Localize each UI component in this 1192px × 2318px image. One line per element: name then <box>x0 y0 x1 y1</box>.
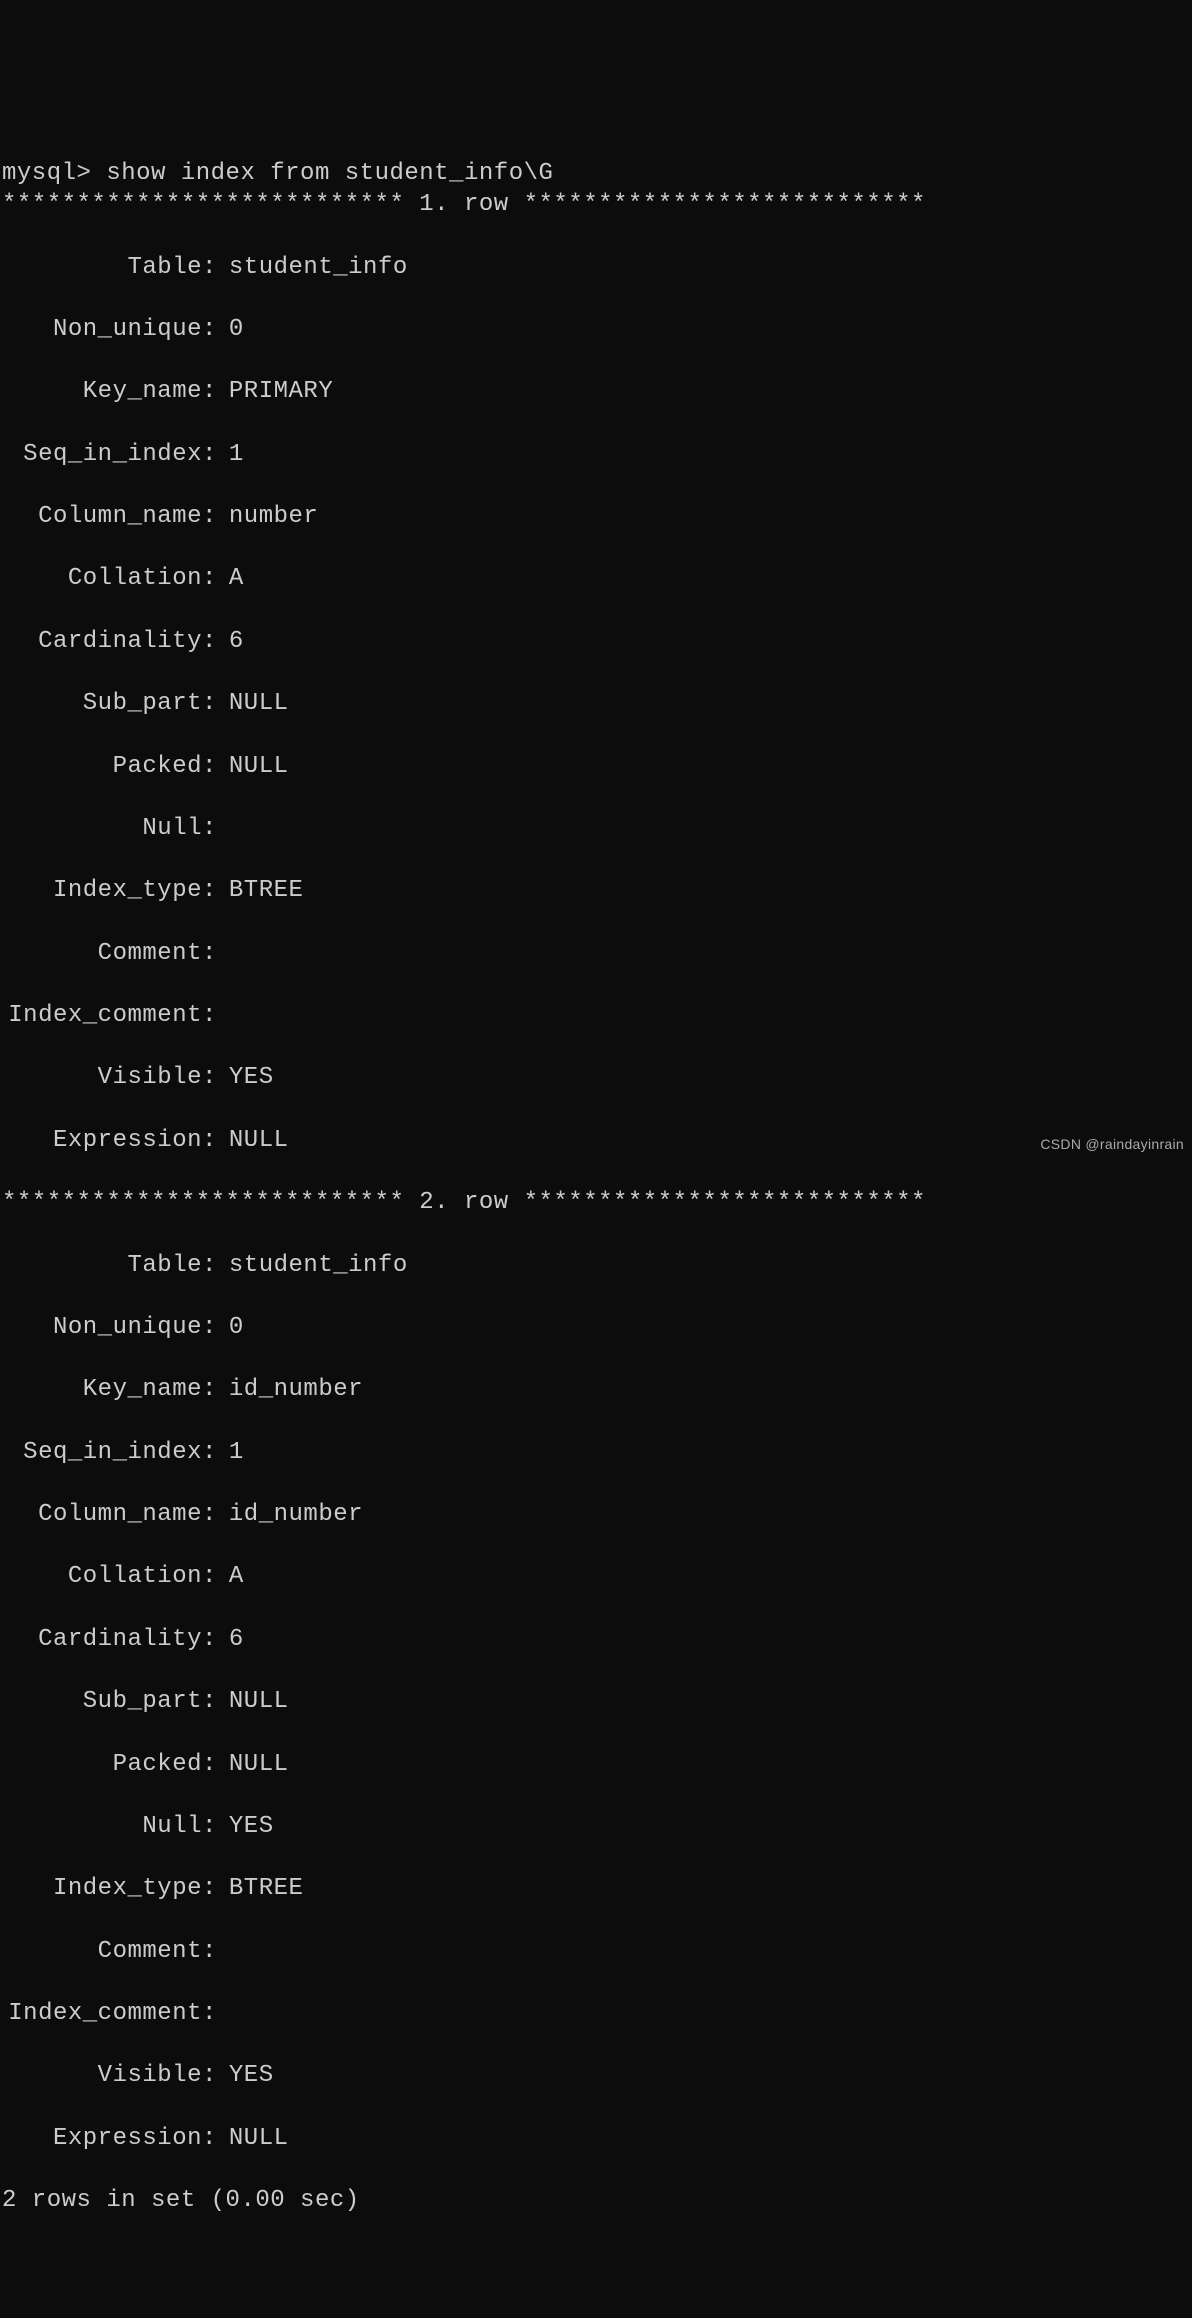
field-column-name: Column_name:id_number <box>2 1499 1190 1530</box>
field-label: Column_name <box>2 1499 202 1530</box>
field-label: Collation <box>2 1561 202 1592</box>
field-value: NULL <box>217 1125 289 1156</box>
field-index-type: Index_type:BTREE <box>2 875 1190 906</box>
field-collation: Collation:A <box>2 563 1190 594</box>
field-index-comment: Index_comment: <box>2 1998 1190 2029</box>
field-cardinality: Cardinality:6 <box>2 626 1190 657</box>
field-label: Visible <box>2 1062 202 1093</box>
field-value: YES <box>217 1062 274 1093</box>
field-value: number <box>217 501 318 532</box>
field-table: Table:student_info <box>2 252 1190 283</box>
field-sub-part: Sub_part:NULL <box>2 1686 1190 1717</box>
field-value: 1 <box>217 1437 244 1468</box>
field-label: Index_type <box>2 1873 202 1904</box>
field-cardinality: Cardinality:6 <box>2 1624 1190 1655</box>
field-label: Null <box>2 1811 202 1842</box>
result-footer: 2 rows in set (0.00 sec) <box>2 2187 360 2214</box>
field-null: Null:YES <box>2 1811 1190 1842</box>
field-value: NULL <box>217 2123 289 2154</box>
field-label: Index_comment <box>2 1998 202 2029</box>
field-value: BTREE <box>217 875 304 906</box>
field-key-name: Key_name:id_number <box>2 1374 1190 1405</box>
field-label: Table <box>2 252 202 283</box>
field-label: Expression <box>2 2123 202 2154</box>
field-value: 6 <box>217 1624 244 1655</box>
field-label: Comment <box>2 938 202 969</box>
field-label: Key_name <box>2 376 202 407</box>
prompt: mysql> show index from student_info\G <box>2 160 553 187</box>
field-label: Non_unique <box>2 1312 202 1343</box>
field-key-name: Key_name:PRIMARY <box>2 376 1190 407</box>
field-value: NULL <box>217 1686 289 1717</box>
field-label: Cardinality <box>2 1624 202 1655</box>
watermark: CSDN @raindayinrain <box>1040 1135 1184 1153</box>
field-index-comment: Index_comment: <box>2 1000 1190 1031</box>
field-value <box>217 1998 229 2029</box>
field-value: student_info <box>217 252 408 283</box>
field-value: 1 <box>217 439 244 470</box>
field-seq-in-index: Seq_in_index:1 <box>2 1437 1190 1468</box>
field-label: Comment <box>2 1936 202 1967</box>
field-label: Packed <box>2 751 202 782</box>
field-label: Null <box>2 813 202 844</box>
field-value: student_info <box>217 1250 408 1281</box>
field-label: Collation <box>2 563 202 594</box>
field-value: YES <box>217 2060 274 2091</box>
field-comment: Comment: <box>2 938 1190 969</box>
field-visible: Visible:YES <box>2 2060 1190 2091</box>
field-value: NULL <box>217 751 289 782</box>
field-label: Sub_part <box>2 688 202 719</box>
field-value: NULL <box>217 1749 289 1780</box>
field-value: 0 <box>217 314 244 345</box>
row-separator-1: *************************** 1. row *****… <box>2 189 1190 220</box>
field-label: Column_name <box>2 501 202 532</box>
field-label: Index_comment <box>2 1000 202 1031</box>
field-value: YES <box>217 1811 274 1842</box>
field-label: Seq_in_index <box>2 439 202 470</box>
field-seq-in-index: Seq_in_index:1 <box>2 439 1190 470</box>
field-label: Key_name <box>2 1374 202 1405</box>
row-separator-2: *************************** 2. row *****… <box>2 1187 1190 1218</box>
field-value: A <box>217 563 244 594</box>
field-value: NULL <box>217 688 289 719</box>
field-label: Index_type <box>2 875 202 906</box>
field-index-type: Index_type:BTREE <box>2 1873 1190 1904</box>
field-packed: Packed:NULL <box>2 751 1190 782</box>
field-value <box>217 1000 229 1031</box>
field-non-unique: Non_unique:0 <box>2 1312 1190 1343</box>
field-value: A <box>217 1561 244 1592</box>
field-value: id_number <box>217 1374 363 1405</box>
field-non-unique: Non_unique:0 <box>2 314 1190 345</box>
field-value: 0 <box>217 1312 244 1343</box>
field-value: BTREE <box>217 1873 304 1904</box>
field-comment: Comment: <box>2 1936 1190 1967</box>
field-expression: Expression:NULL <box>2 1125 1190 1156</box>
field-label: Packed <box>2 1749 202 1780</box>
field-label: Non_unique <box>2 314 202 345</box>
field-column-name: Column_name:number <box>2 501 1190 532</box>
field-label: Seq_in_index <box>2 1437 202 1468</box>
field-label: Cardinality <box>2 626 202 657</box>
field-value <box>217 938 229 969</box>
field-value: 6 <box>217 626 244 657</box>
command-text: show index from student_info\G <box>106 160 553 187</box>
terminal-output: mysql> show index from student_info\G **… <box>2 127 1190 2217</box>
field-value: id_number <box>217 1499 363 1530</box>
field-null: Null: <box>2 813 1190 844</box>
field-value <box>217 813 229 844</box>
field-expression: Expression:NULL <box>2 2123 1190 2154</box>
field-label: Table <box>2 1250 202 1281</box>
field-sub-part: Sub_part:NULL <box>2 688 1190 719</box>
field-table: Table:student_info <box>2 1250 1190 1281</box>
field-value <box>217 1936 229 1967</box>
field-packed: Packed:NULL <box>2 1749 1190 1780</box>
field-value: PRIMARY <box>217 376 333 407</box>
field-label: Sub_part <box>2 1686 202 1717</box>
field-label: Expression <box>2 1125 202 1156</box>
field-visible: Visible:YES <box>2 1062 1190 1093</box>
field-label: Visible <box>2 2060 202 2091</box>
field-collation: Collation:A <box>2 1561 1190 1592</box>
